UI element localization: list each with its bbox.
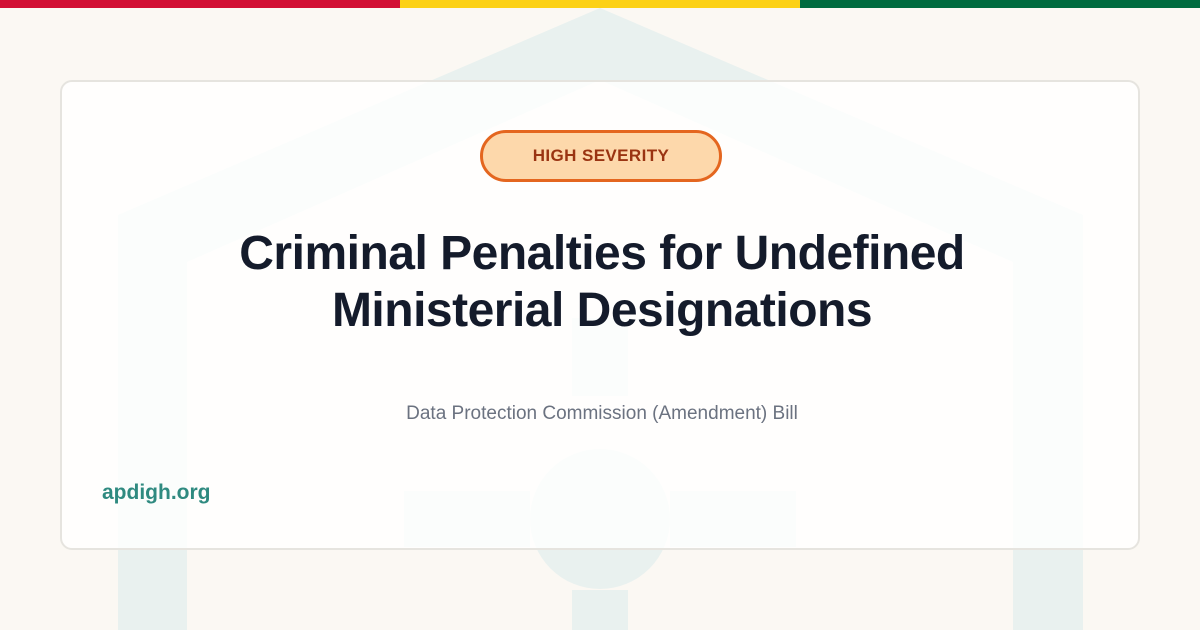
flag-strip (0, 0, 1200, 8)
flag-stripe-red (0, 0, 400, 8)
issue-card: HIGH SEVERITY Criminal Penalties for Und… (60, 80, 1140, 550)
severity-badge: HIGH SEVERITY (480, 130, 722, 182)
flag-stripe-gold (400, 0, 800, 8)
bill-name: Data Protection Commission (Amendment) B… (406, 403, 798, 424)
flag-stripe-green (800, 0, 1200, 8)
site-link[interactable]: apdigh.org (102, 480, 211, 506)
page-title: Criminal Penalties for Undefined Ministe… (239, 227, 965, 337)
